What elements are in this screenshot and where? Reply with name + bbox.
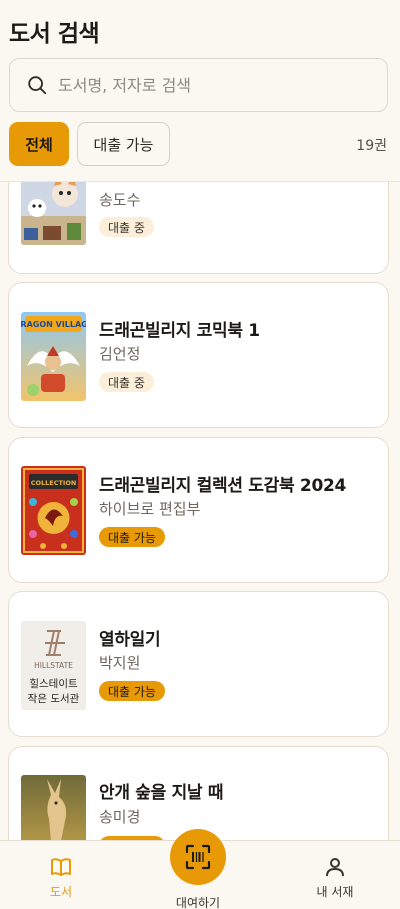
status-badge: 대출 가능 — [99, 681, 165, 701]
search-input[interactable] — [58, 59, 378, 111]
book-cover: COLLECTION — [21, 466, 86, 555]
book-author: 송도수 — [99, 191, 141, 209]
user-icon — [326, 858, 344, 877]
search-icon — [28, 76, 47, 95]
book-title: 열하일기 — [99, 630, 161, 650]
cover-title: COLLECTION — [31, 479, 77, 487]
nav-shelf-label: 내 서재 — [316, 885, 354, 899]
borrow-label: 대여하기 — [175, 896, 221, 909]
cover-line2: 작은 도서관 — [28, 693, 80, 705]
book-author: 송미경 — [99, 808, 141, 826]
borrow-scan-button[interactable] — [170, 829, 226, 885]
status-badge: 대출 중 — [99, 372, 154, 392]
book-cover: DRAGON VILLAGE — [21, 312, 86, 401]
page-title: 도서 검색 — [9, 21, 100, 47]
search-box[interactable] — [9, 58, 388, 112]
book-card[interactable]: DRAGON VILLAGE 드래곤빌리지 코믹북 1 김언정 대출 중 — [8, 282, 389, 428]
nav-books[interactable]: 도서 — [21, 855, 101, 900]
book-author: 박지원 — [99, 654, 141, 672]
filter-all-button[interactable]: 전체 — [9, 122, 69, 166]
book-cover: HILLSTATE 힐스테이트 작은 도서관 — [21, 621, 86, 710]
book-title: 드래곤빌리지 컬렉션 도감북 2024 — [99, 476, 347, 496]
result-count: 19권 — [356, 138, 387, 154]
nav-my-shelf[interactable]: 내 서재 — [295, 855, 375, 900]
cover-line1: 힐스테이트 — [29, 677, 78, 690]
cover-brand: HILLSTATE — [34, 661, 73, 670]
book-card[interactable]: COLLECTION 드래곤빌리지 컬렉션 도감북 2024 하이브로 편집부 … — [8, 437, 389, 583]
book-icon — [51, 858, 71, 876]
book-title: 안개 숲을 지날 때 — [99, 783, 224, 803]
book-author: 김언정 — [99, 345, 141, 363]
book-title: 드래곤빌리지 코믹북 1 — [99, 321, 260, 341]
book-card[interactable]: HILLSTATE 힐스테이트 작은 도서관 열하일기 박지원 대출 가능 — [8, 591, 389, 737]
status-badge: 대출 중 — [99, 217, 154, 237]
book-author: 하이브로 편집부 — [99, 500, 201, 518]
cover-title: DRAGON VILLAGE — [21, 320, 86, 329]
search-header: 도서 검색 전체 대출 가능 19권 — [0, 0, 400, 182]
filter-available-button[interactable]: 대출 가능 — [77, 122, 170, 166]
barcode-scan-icon — [185, 844, 211, 870]
status-badge: 대출 가능 — [99, 527, 165, 547]
nav-books-label: 도서 — [49, 885, 73, 899]
